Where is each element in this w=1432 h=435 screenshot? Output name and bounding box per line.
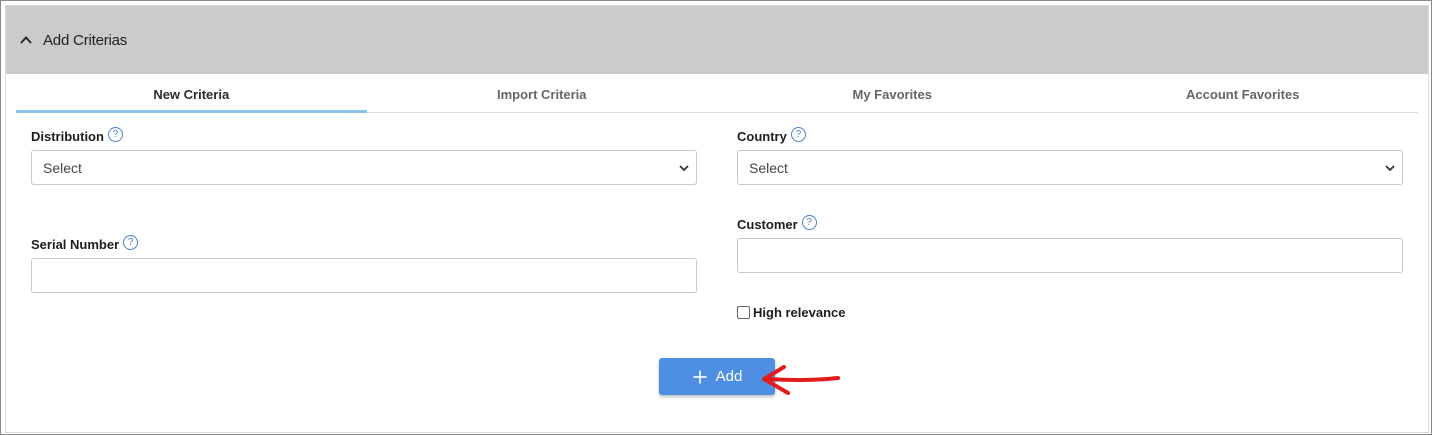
high-relevance-row: High relevance (737, 305, 846, 320)
chevron-up-icon (18, 32, 34, 48)
high-relevance-label[interactable]: High relevance (753, 305, 846, 320)
customer-label: Customer ? (737, 215, 817, 232)
red-arrow-annotation-icon (762, 365, 840, 395)
panel-header-toggle[interactable]: Add Criterias (6, 6, 1428, 74)
distribution-help-icon[interactable]: ? (107, 127, 123, 142)
distribution-select-value: Select (43, 159, 82, 176)
plus-icon (692, 369, 708, 385)
serial-number-label-text: Serial Number (31, 237, 120, 252)
tab-my-favorites[interactable]: My Favorites (717, 83, 1068, 112)
high-relevance-checkbox[interactable] (737, 306, 750, 319)
distribution-label-text: Distribution (31, 129, 104, 144)
window-frame: Add Criterias New Criteria Import Criter… (0, 0, 1432, 435)
tab-account-favorites[interactable]: Account Favorites (1068, 83, 1419, 112)
tab-import-criteria[interactable]: Import Criteria (367, 83, 718, 112)
customer-label-text: Customer (737, 217, 798, 232)
serial-number-help-icon[interactable]: ? (123, 235, 139, 250)
chevron-down-icon (1384, 162, 1396, 174)
customer-help-icon[interactable]: ? (801, 215, 817, 230)
tab-new-criteria[interactable]: New Criteria (16, 83, 367, 113)
country-help-icon[interactable]: ? (790, 127, 806, 142)
serial-number-label: Serial Number ? (31, 235, 139, 252)
add-button-label: Add (715, 368, 743, 385)
distribution-label: Distribution ? (31, 127, 123, 144)
chevron-down-icon (678, 162, 690, 174)
panel-title: Add Criterias (43, 31, 128, 49)
country-label: Country ? (737, 127, 806, 144)
criteria-tabs: New Criteria Import Criteria My Favorite… (16, 83, 1418, 113)
distribution-select[interactable]: Select (31, 150, 697, 185)
country-label-text: Country (737, 129, 787, 144)
serial-number-input[interactable] (31, 258, 697, 293)
add-criterias-panel: Add Criterias New Criteria Import Criter… (5, 5, 1429, 433)
country-select-value: Select (749, 159, 788, 176)
customer-input[interactable] (737, 238, 1403, 273)
country-select[interactable]: Select (737, 150, 1403, 185)
